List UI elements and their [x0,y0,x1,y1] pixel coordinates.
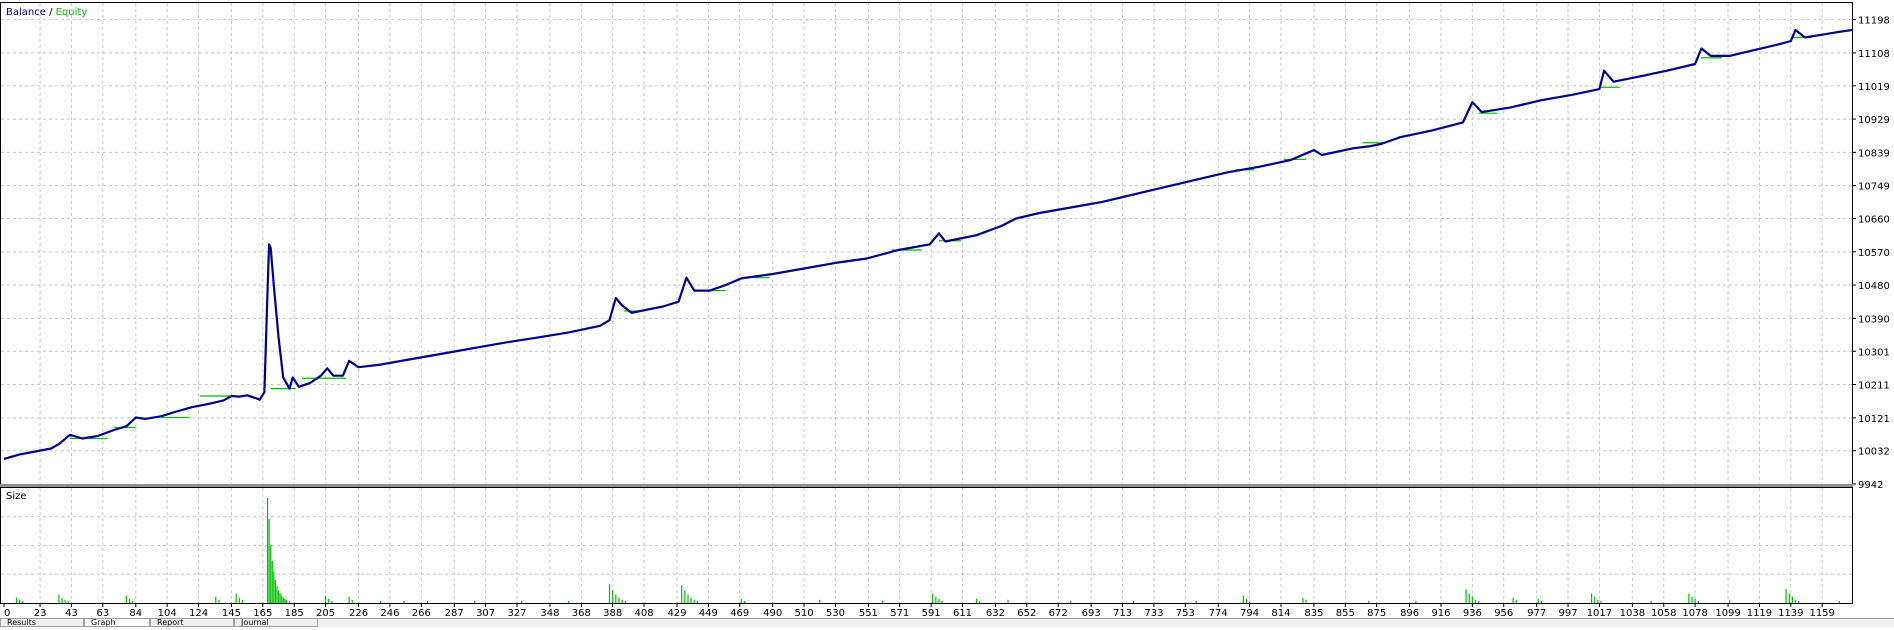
legend-separator: / [46,7,56,18]
pane-splitter[interactable] [0,484,1853,487]
y-tick-label: 11019 [1858,82,1890,93]
y-tick-label: 11198 [1858,16,1890,27]
size-legend: Size [6,491,27,502]
main-pane-frame [0,2,1853,485]
y-tick-label: 9942 [1858,480,1883,491]
chart-svg: 11198 11108 11019 10929 10839 10749 10660 10570… [0,2,1890,619]
y-tick-label: 10032 [1858,447,1890,458]
y-tick-label: 10839 [1858,148,1890,159]
y-tick-label: 11108 [1858,49,1890,60]
y-tick-label: 10929 [1858,115,1890,126]
strategy-tester-graph: 11198 11108 11019 10929 10839 10749 10660 10570… [0,0,1894,627]
y-tick-label: 10390 [1858,314,1890,325]
y-tick-label: 10121 [1858,414,1890,425]
x-axis-ticks: 0 23 43 63 84 104 124 145 165 185 205 226 246 266 287 3… [3,603,1835,619]
y-tick-label: 10570 [1858,248,1890,259]
y-tick-label: 10749 [1858,182,1890,193]
y-tick-label: 10301 [1858,347,1890,358]
y-axis-ticks: 11198 11108 11019 10929 10839 10749 10660 10570… [1852,16,1890,491]
legend-equity: Equity [56,7,88,18]
legend-balance: Balance [6,7,46,18]
y-tick-label: 10211 [1858,381,1890,392]
y-tick-label: 10480 [1858,281,1890,292]
y-tick-label: 10660 [1858,215,1890,226]
legend: Balance / Equity [6,7,87,18]
